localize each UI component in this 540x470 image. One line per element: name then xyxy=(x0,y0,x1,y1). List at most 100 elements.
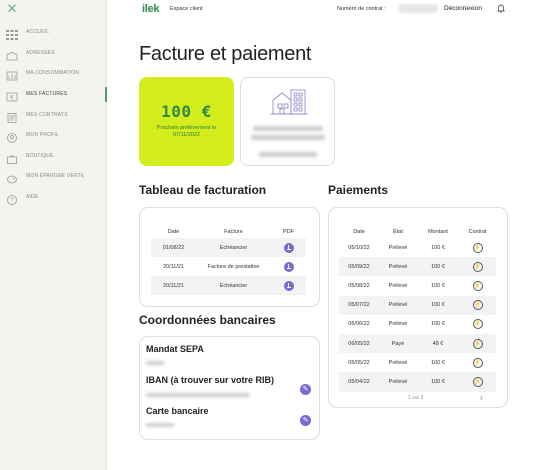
sidebar-item-label: MON ÉPARGNE VERTE xyxy=(26,173,85,180)
billing-date: 01/08/22 xyxy=(151,238,196,257)
payment-amount: 100 € xyxy=(417,257,459,277)
column-header: Date xyxy=(167,228,180,235)
download-pdf-icon[interactable] xyxy=(283,280,294,291)
sidebar-item[interactable]: MA CONSOMMATION xyxy=(0,63,107,84)
payment-amount: 100 € xyxy=(431,244,445,251)
payments-table: Date État Montant Contrat 05/10/22 Prélev… xyxy=(339,225,496,392)
pdf-cell xyxy=(271,238,306,257)
energy-contract-icon[interactable]: ⚡ xyxy=(472,338,483,349)
pdf-cell xyxy=(271,257,306,276)
energy-contract-icon[interactable]: ⚡ xyxy=(472,280,483,291)
payment-date: 05/10/22 xyxy=(348,244,370,251)
billing-invoice-type: Echéancier xyxy=(196,276,271,295)
payment-amount: 100 € xyxy=(431,282,445,289)
iban-redacted xyxy=(146,393,250,397)
shop-icon xyxy=(6,151,18,164)
logo[interactable]: ilek xyxy=(142,3,159,15)
payment-status: Prélevé xyxy=(388,359,408,366)
sidebar-item[interactable]: ADRESSES xyxy=(0,43,107,64)
sidebar-item-label: AIDE xyxy=(26,194,39,201)
contract-cell: ⚡ xyxy=(459,315,496,334)
table-row: 05/09/22 Prélevé 100 € ⚡ xyxy=(339,257,496,277)
next-page-icon[interactable]: › xyxy=(480,393,483,402)
download-pdf-icon[interactable] xyxy=(283,242,294,253)
pagination-label: 1 sur 3 xyxy=(408,395,424,401)
sidebar: ✕ ACCUEIL ADRESSES MA CONSOMMATION € MES FAC… xyxy=(0,0,107,470)
building-icon xyxy=(270,89,308,115)
logout-button[interactable]: Déconnexion xyxy=(444,5,482,12)
address-redacted xyxy=(251,135,325,140)
svg-text:€: € xyxy=(10,96,14,102)
payment-date: 06/06/22 xyxy=(348,321,370,328)
contract-cell: ⚡ xyxy=(459,353,496,372)
grid-icon xyxy=(6,27,18,41)
contract-number-redacted xyxy=(398,4,438,13)
sidebar-item[interactable]: MON PROFIL xyxy=(0,125,107,146)
payment-status: Prélevé xyxy=(379,372,417,392)
sidebar-item-label: MES CONTRATS xyxy=(26,111,68,118)
address-redacted xyxy=(253,126,323,131)
sidebar-item[interactable]: BOUTIQUE xyxy=(0,146,107,167)
download-pdf-icon[interactable] xyxy=(283,261,294,272)
sidebar-item[interactable]: ACCUEIL xyxy=(0,22,107,43)
sidebar-item[interactable]: ? AIDE xyxy=(0,187,107,208)
mandate-redacted xyxy=(146,361,164,365)
contract-label: Numéro de contrat : xyxy=(337,6,386,12)
property-card[interactable] xyxy=(240,77,335,166)
pdf-cell xyxy=(271,276,306,295)
payment-amount: 100 € xyxy=(431,359,445,366)
sidebar-item[interactable]: MES CONTRATS xyxy=(0,104,107,125)
billing-table: Date Facture PDF 01/08/22 Echéancier 20/11… xyxy=(151,225,306,295)
energy-contract-icon[interactable]: ⚡ xyxy=(472,357,483,368)
table-row: 05/08/22 Prélevé 100 € ⚡ xyxy=(339,276,496,295)
energy-contract-icon[interactable]: ⚡ xyxy=(472,319,483,330)
card-redacted xyxy=(146,423,174,427)
energy-contract-icon[interactable]: ⚡ xyxy=(472,242,483,253)
home-icon xyxy=(6,48,18,61)
contract-cell: ⚡ xyxy=(459,333,496,354)
payment-status: Prélevé xyxy=(388,282,408,289)
top-bar: ilek Espace client Numéro de contrat : D… xyxy=(107,0,540,20)
column-header: Montant xyxy=(428,228,448,235)
energy-contract-icon[interactable]: ⚡ xyxy=(472,300,483,311)
svg-text:?: ? xyxy=(10,198,14,204)
sidebar-item[interactable]: MON ÉPARGNE VERTE xyxy=(0,166,107,187)
payment-date: 05/04/22 xyxy=(339,372,379,392)
next-payment-card: 100 € Prochain prélèvement le 07/11/2022 xyxy=(139,77,234,166)
address-redacted xyxy=(259,152,317,157)
payments-title: Paiements xyxy=(328,183,389,197)
column-header: Contrat xyxy=(468,228,487,235)
table-row: 05/04/22 Prélevé 100 € ⚡ xyxy=(339,372,496,392)
contract-cell: ⚡ xyxy=(459,295,496,315)
payment-amount: 48 € xyxy=(417,333,459,354)
energy-contract-icon[interactable]: ⚡ xyxy=(472,376,483,387)
profile-icon xyxy=(6,130,18,144)
billing-invoice-type: Echéancier xyxy=(196,238,271,257)
payment-date: 06/05/22 xyxy=(339,333,379,354)
table-row: 20/11/21 Echéancier xyxy=(151,276,306,295)
sepa-mandate-title: Mandat SEPA xyxy=(146,344,204,354)
sidebar-item-label: BOUTIQUE xyxy=(26,152,54,159)
payment-status: Prélevé xyxy=(388,244,408,251)
payment-status: Prélevé xyxy=(379,295,417,315)
bell-icon[interactable] xyxy=(497,4,505,13)
payment-amount: 100 € xyxy=(417,372,459,392)
energy-contract-icon[interactable]: ⚡ xyxy=(472,261,483,272)
chart-icon xyxy=(6,68,18,81)
payment-amount: 100 € xyxy=(431,321,445,328)
payment-date: 05/09/22 xyxy=(339,257,379,277)
next-payment-label: Prochain prélèvement le 07/11/2022 xyxy=(156,125,217,138)
next-payment-amount: 100 € xyxy=(161,102,212,121)
sidebar-item-label: ACCUEIL xyxy=(26,29,50,36)
bank-title: Coordonnées bancaires xyxy=(139,313,276,327)
app-name: Espace client xyxy=(170,6,203,12)
table-row: 05/05/22 Prélevé 100 € ⚡ xyxy=(339,353,496,372)
euro-icon: € xyxy=(6,89,18,102)
billing-title: Tableau de facturation xyxy=(139,183,267,197)
edit-card-icon[interactable]: ✎ xyxy=(300,415,311,426)
close-icon[interactable]: ✕ xyxy=(6,2,18,15)
edit-iban-icon[interactable]: ✎ xyxy=(300,384,311,395)
iban-title: IBAN (à trouver sur votre RIB) xyxy=(146,375,275,385)
billing-date: 20/11/21 xyxy=(162,263,184,270)
sidebar-item[interactable]: € MES FACTURES xyxy=(0,84,107,105)
